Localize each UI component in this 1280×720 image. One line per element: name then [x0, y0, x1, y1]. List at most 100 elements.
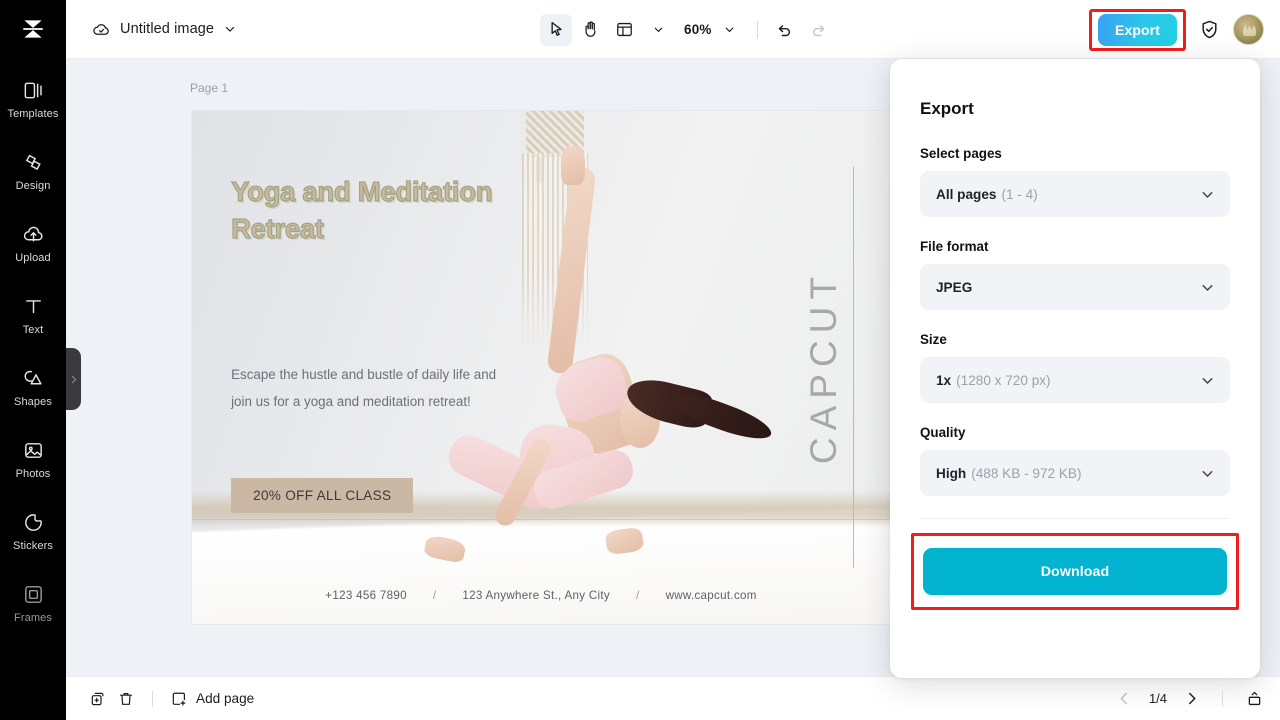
quality-value: High — [936, 466, 966, 481]
poster-footer-address: 123 Anywhere St., Any City — [462, 589, 610, 602]
document-title-group[interactable]: Untitled image — [92, 20, 237, 39]
poster-title[interactable]: Yoga and Meditation Retreat — [231, 173, 552, 249]
size-label: Size — [920, 332, 1230, 347]
select-pages-label: Select pages — [920, 146, 1230, 161]
sidebar-label-shapes: Shapes — [14, 396, 52, 408]
sidebar-label-photos: Photos — [16, 468, 51, 480]
poster-artboard[interactable]: Yoga and Meditation Retreat Escape the h… — [192, 111, 890, 624]
text-t-icon — [22, 295, 45, 318]
export-button-highlight: Export — [1089, 9, 1186, 51]
sticker-icon — [22, 511, 45, 534]
shield-check-icon[interactable] — [1199, 19, 1220, 40]
bottom-bar: Add page 1/4 — [66, 676, 1280, 720]
size-dropdown[interactable]: 1x (1280 x 720 px) — [920, 357, 1230, 403]
sidebar-label-stickers: Stickers — [13, 540, 53, 552]
poster-footer-website: www.capcut.com — [666, 589, 757, 602]
export-panel-title: Export — [920, 99, 1230, 119]
download-button[interactable]: Download — [923, 548, 1227, 595]
sidebar-item-templates[interactable]: Templates — [0, 63, 66, 135]
chevron-right-icon — [1183, 690, 1200, 707]
duplicate-page-button[interactable] — [84, 685, 112, 713]
file-format-label: File format — [920, 239, 1230, 254]
sidebar-item-text[interactable]: Text — [0, 279, 66, 351]
size-value: 1x — [936, 373, 951, 388]
file-format-dropdown[interactable]: JPEG — [920, 264, 1230, 310]
top-toolbar: Untitled image — [0, 0, 1280, 59]
add-page-button[interactable]: Add page — [165, 685, 259, 713]
quality-filesize: (488 KB - 972 KB) — [971, 466, 1081, 481]
trash-icon — [117, 690, 135, 708]
select-pages-dropdown[interactable]: All pages (1 - 4) — [920, 171, 1230, 217]
frame-square-icon — [22, 583, 45, 606]
expand-panel-icon — [1245, 689, 1264, 708]
capcut-logo[interactable] — [0, 0, 66, 59]
file-format-chevron-down-icon — [1199, 279, 1216, 296]
poster-watermark-text: CAPCUT — [803, 270, 845, 464]
sidebar-item-frames[interactable]: Frames — [0, 567, 66, 639]
sidebar-item-photos[interactable]: Photos — [0, 423, 66, 495]
sidebar-label-frames: Frames — [14, 612, 52, 624]
size-dimensions: (1280 x 720 px) — [956, 373, 1050, 388]
center-tool-group: 60% — [540, 0, 835, 59]
duplicate-page-icon — [89, 690, 107, 708]
add-page-label: Add page — [196, 691, 254, 706]
page-label: Page 1 — [190, 81, 228, 95]
sidebar-item-stickers[interactable]: Stickers — [0, 495, 66, 567]
chevron-right-icon — [68, 374, 79, 385]
sidebar-label-text: Text — [23, 324, 44, 336]
cloud-check-icon — [92, 20, 111, 39]
panel-toggle-button[interactable] — [1245, 689, 1264, 708]
next-page-button[interactable] — [1183, 690, 1200, 707]
prev-page-button[interactable] — [1116, 690, 1133, 707]
layout-chevron-down-icon[interactable] — [642, 14, 674, 46]
quality-chevron-down-icon — [1199, 465, 1216, 482]
left-sidebar: Templates Design Upload — [0, 59, 66, 720]
capcut-logo-icon — [20, 16, 46, 42]
layout-tool-button[interactable] — [608, 14, 640, 46]
user-avatar[interactable] — [1233, 14, 1264, 45]
quality-dropdown[interactable]: High (488 KB - 972 KB) — [920, 450, 1230, 496]
redo-button[interactable] — [803, 14, 835, 46]
export-panel: Export Select pages All pages (1 - 4) Fi… — [890, 59, 1260, 678]
panel-divider — [920, 518, 1230, 519]
toolbar-divider — [757, 21, 758, 39]
poster-footer-phone: +123 456 7890 — [325, 589, 407, 602]
select-pages-range: (1 - 4) — [1001, 187, 1037, 202]
poster-footer-separator-2: / — [636, 589, 640, 602]
export-button[interactable]: Export — [1098, 14, 1177, 46]
sidebar-collapse-handle[interactable] — [66, 348, 81, 410]
download-button-highlight: Download — [911, 533, 1239, 610]
bottom-bar-divider — [152, 691, 153, 707]
chevron-left-icon — [1116, 690, 1133, 707]
upload-cloud-icon — [22, 223, 45, 246]
quality-label: Quality — [920, 425, 1230, 440]
sidebar-label-templates: Templates — [7, 108, 58, 120]
photo-image-icon — [22, 439, 45, 462]
poster-footer: +123 456 7890 / 123 Anywhere St., Any Ci… — [192, 589, 890, 602]
select-tool-button[interactable] — [540, 14, 572, 46]
title-chevron-down-icon[interactable] — [223, 22, 237, 36]
add-page-icon — [170, 690, 188, 708]
poster-body-text[interactable]: Escape the hustle and bustle of daily li… — [231, 362, 496, 414]
poster-watermark: CAPCUT — [803, 142, 845, 593]
select-pages-chevron-down-icon — [1199, 186, 1216, 203]
select-pages-value: All pages — [936, 187, 996, 202]
size-chevron-down-icon — [1199, 372, 1216, 389]
zoom-chevron-down-icon[interactable] — [714, 14, 746, 46]
page-nav-divider — [1222, 691, 1223, 707]
poster-cta-button[interactable]: 20% OFF ALL CLASS — [231, 478, 413, 513]
sidebar-item-shapes[interactable]: Shapes — [0, 351, 66, 423]
sidebar-item-design[interactable]: Design — [0, 135, 66, 207]
poster-watermark-rule — [853, 167, 854, 567]
hand-tool-button[interactable] — [574, 14, 606, 46]
file-format-value: JPEG — [936, 280, 972, 295]
delete-page-button[interactable] — [112, 685, 140, 713]
sidebar-item-upload[interactable]: Upload — [0, 207, 66, 279]
zoom-level-value[interactable]: 60% — [684, 22, 712, 37]
undo-button[interactable] — [769, 14, 801, 46]
page-indicator: 1/4 — [1143, 691, 1173, 706]
document-title: Untitled image — [120, 21, 214, 37]
poster-footer-separator-1: / — [433, 589, 437, 602]
sidebar-label-design: Design — [16, 180, 51, 192]
top-right-group: Export — [1089, 0, 1264, 59]
